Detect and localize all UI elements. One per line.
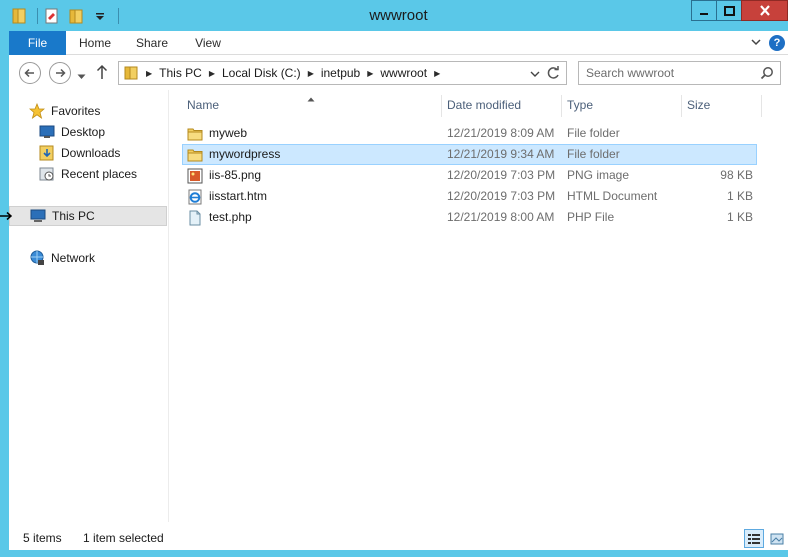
file-row-iisstart[interactable]: iisstart.htm 12/20/2019 7:03 PM HTML Doc… [182, 186, 757, 207]
details-view-button[interactable] [744, 529, 764, 548]
file-size: 1 KB [726, 210, 753, 224]
column-header-size[interactable]: Size [682, 95, 762, 117]
column-header-name[interactable]: Name [182, 95, 442, 117]
nav-favorites-label: Favorites [51, 104, 101, 118]
status-bar: 5 items 1 item selected [9, 527, 788, 550]
breadcrumb-inetpub[interactable]: inetpub [321, 66, 360, 80]
file-date: 12/21/2019 8:09 AM [447, 126, 555, 140]
file-name: iis-85.png [209, 168, 262, 182]
file-size: 98 KB [720, 168, 753, 182]
file-size [683, 145, 753, 164]
help-icon[interactable]: ? [769, 35, 785, 51]
recent-places-icon [38, 166, 56, 182]
status-selection: 1 item selected [83, 531, 164, 545]
address-dropdown-icon[interactable] [530, 68, 540, 82]
location-folder-icon [123, 65, 139, 81]
column-header-type[interactable]: Type [562, 95, 682, 117]
search-box[interactable] [578, 61, 781, 85]
breadcrumb-this-pc[interactable]: This PC [159, 66, 202, 80]
recent-locations-dropdown[interactable] [77, 69, 86, 83]
status-item-count: 5 items [23, 531, 62, 545]
ribbon-tabs: File Home Share View ? [9, 31, 788, 55]
desktop-icon [38, 124, 56, 140]
file-date: 12/20/2019 7:03 PM [447, 168, 556, 182]
nav-desktop[interactable]: Desktop [38, 122, 105, 142]
file-type: PHP File [567, 210, 615, 224]
nav-desktop-label: Desktop [61, 125, 106, 139]
file-date: 12/20/2019 7:03 PM [447, 189, 556, 203]
image-file-icon [187, 168, 203, 184]
nav-network-label: Network [51, 251, 96, 265]
folder-icon [187, 147, 203, 163]
file-name: iisstart.htm [209, 189, 268, 203]
nav-recent-places[interactable]: Recent places [38, 164, 137, 184]
search-input[interactable] [579, 62, 759, 84]
file-type: File folder [567, 147, 620, 161]
file-row-myweb[interactable]: myweb 12/21/2019 8:09 AM File folder [182, 123, 757, 144]
window-title: wwwroot [369, 7, 428, 24]
breadcrumb-separator-icon[interactable]: ▶ [209, 69, 215, 78]
mouse-cursor-icon [0, 210, 13, 224]
breadcrumb-wwwroot[interactable]: wwwroot [380, 66, 427, 80]
breadcrumb: ▶ This PC ▶ Local Disk (C:) ▶ inetpub ▶ … [123, 62, 447, 84]
up-button[interactable] [96, 64, 108, 83]
minimize-button[interactable] [691, 0, 717, 21]
computer-icon [29, 208, 47, 224]
column-header-date[interactable]: Date modified [442, 95, 562, 117]
file-type: PNG image [567, 168, 630, 182]
file-type: HTML Document [567, 189, 658, 203]
close-button[interactable] [741, 0, 788, 21]
nav-downloads-label: Downloads [61, 146, 121, 160]
file-date: 12/21/2019 8:00 AM [447, 210, 555, 224]
file-size: 1 KB [726, 189, 753, 203]
tab-view[interactable]: View [185, 31, 231, 55]
navigation-pane: Favorites Desktop Downloads Recent place… [9, 90, 169, 522]
file-name: myweb [209, 126, 248, 140]
address-bar[interactable]: ▶ This PC ▶ Local Disk (C:) ▶ inetpub ▶ … [118, 61, 567, 85]
nav-network[interactable]: Network [28, 248, 95, 268]
tab-home[interactable]: Home [71, 31, 119, 55]
file-name: test.php [209, 210, 252, 224]
star-icon [28, 103, 46, 119]
breadcrumb-separator-icon[interactable]: ▶ [367, 69, 373, 78]
html-file-icon [187, 189, 203, 205]
column-headers: Name Date modified Type Size [182, 95, 762, 117]
forward-button[interactable] [49, 62, 71, 84]
window-controls [691, 0, 788, 21]
file-date: 12/21/2019 9:34 AM [447, 147, 555, 161]
title-bar: wwwroot [9, 0, 788, 31]
file-list-pane: Name Date modified Type Size myweb 12/21… [170, 90, 788, 522]
nav-downloads[interactable]: Downloads [38, 143, 120, 163]
network-icon [28, 250, 46, 266]
expand-ribbon-icon[interactable] [750, 36, 762, 51]
breadcrumb-separator-icon[interactable]: ▶ [308, 69, 314, 78]
file-row-iis-85[interactable]: iis-85.png 12/20/2019 7:03 PM PNG image … [182, 165, 757, 186]
folder-icon [187, 126, 203, 142]
file-type: File folder [567, 126, 620, 140]
explorer-window: wwwroot File Home Share View ? ▶ This PC… [9, 0, 788, 550]
tab-file[interactable]: File [9, 31, 66, 55]
tab-share[interactable]: Share [127, 31, 177, 55]
refresh-icon[interactable] [545, 65, 561, 81]
nav-recent-places-label: Recent places [61, 167, 138, 181]
nav-favorites[interactable]: Favorites [28, 101, 100, 121]
search-icon[interactable] [760, 66, 774, 83]
generic-file-icon [187, 210, 203, 226]
breadcrumb-separator-icon[interactable]: ▶ [434, 69, 440, 78]
downloads-icon [38, 145, 56, 161]
nav-this-pc-label: This PC [52, 209, 95, 223]
file-row-test-php[interactable]: test.php 12/21/2019 8:00 AM PHP File 1 K… [182, 207, 757, 228]
file-size [683, 124, 753, 143]
navigation-bar: ▶ This PC ▶ Local Disk (C:) ▶ inetpub ▶ … [9, 56, 788, 90]
nav-this-pc[interactable]: This PC [9, 206, 167, 226]
back-button[interactable] [19, 62, 41, 84]
large-icons-view-button[interactable] [767, 529, 787, 548]
file-name: mywordpress [209, 147, 281, 161]
breadcrumb-local-disk[interactable]: Local Disk (C:) [222, 66, 301, 80]
maximize-button[interactable] [716, 0, 742, 21]
breadcrumb-separator-icon[interactable]: ▶ [146, 69, 152, 78]
file-row-mywordpress[interactable]: mywordpress 12/21/2019 9:34 AM File fold… [182, 144, 757, 165]
